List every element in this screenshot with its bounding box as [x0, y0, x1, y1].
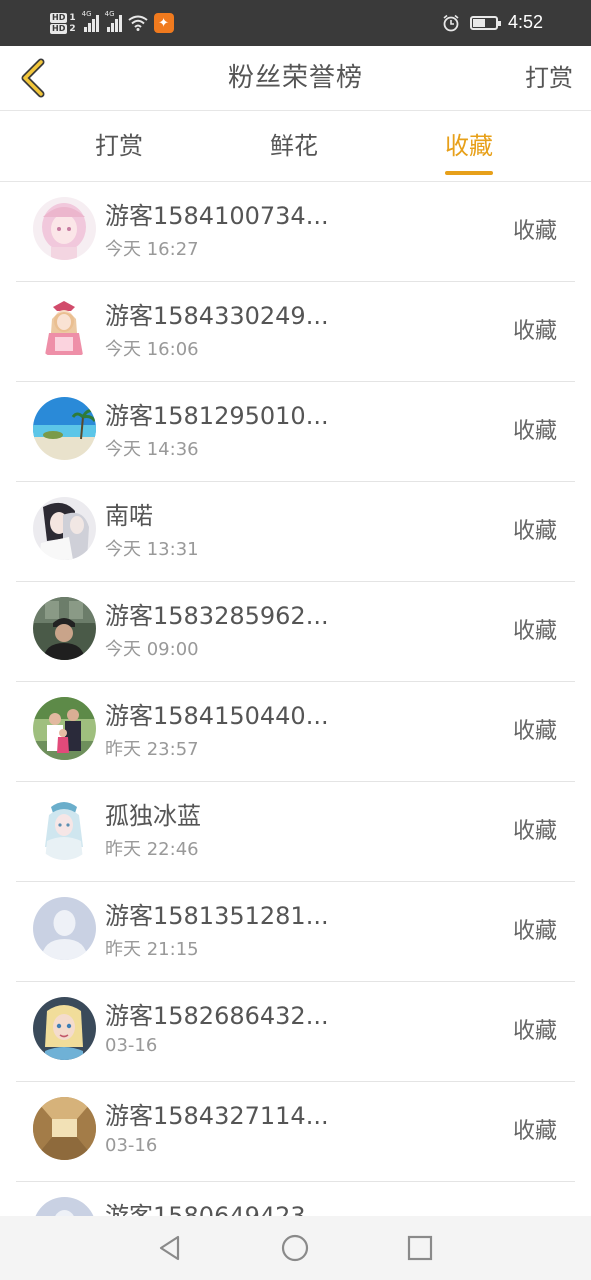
avatar: [33, 997, 96, 1060]
fan-name: 游客1584327114...: [105, 1102, 329, 1130]
fan-list[interactable]: 游客1584100734... 今天 16:27 收藏 游客1584330249…: [0, 182, 591, 1216]
fan-name: 游客1581351281...: [105, 902, 329, 930]
anime-girl-blue-avatar: [33, 797, 96, 860]
list-item[interactable]: 游客1581351281... 昨天 21:15 收藏: [0, 882, 591, 982]
beach-scene-avatar: [33, 397, 96, 460]
status-bar: HD 1 HD 2 4G 4G ✦ 4:52: [0, 0, 591, 46]
fan-name: 游客1584150440...: [105, 702, 329, 730]
fan-name: 游客1584100734...: [105, 202, 329, 230]
avatar: [33, 1197, 96, 1216]
fan-time: 今天 09:00: [105, 639, 199, 660]
nav-home-circle-icon[interactable]: [279, 1232, 311, 1264]
person-with-cap-avatar: [33, 597, 96, 660]
fan-name: 游客1581295010...: [105, 402, 329, 430]
fan-time: 今天 13:31: [105, 539, 199, 560]
hd-label: HD: [50, 12, 68, 23]
anime-girl-pink-avatar: [33, 197, 96, 260]
favorite-label: 收藏: [512, 219, 557, 244]
tab-label: 打赏: [95, 132, 143, 160]
favorite-label: 收藏: [512, 719, 557, 744]
list-item[interactable]: 游客1581295010... 今天 14:36 收藏: [0, 382, 591, 482]
favorite-label: 收藏: [512, 519, 557, 544]
list-item[interactable]: 游客1583285962... 今天 09:00 收藏: [0, 582, 591, 682]
fan-time: 今天 16:27: [105, 239, 199, 260]
favorite-label: 收藏: [512, 1019, 557, 1044]
tab-reward[interactable]: 打赏: [95, 111, 143, 181]
hd-label: HD: [50, 23, 68, 34]
favorite-label: 收藏: [512, 619, 557, 644]
status-left-indicators: HD 1 HD 2 4G 4G ✦: [50, 6, 174, 40]
favorite-label: 收藏: [512, 1119, 557, 1144]
sim-label: 2: [69, 23, 76, 34]
fan-name: 孤独冰蓝: [105, 802, 201, 830]
sim-label: 1: [69, 12, 76, 23]
avatar: [33, 797, 96, 860]
fan-name: 游客1583285962...: [105, 602, 329, 630]
tab-bar: 打赏 鲜花 收藏: [0, 111, 591, 182]
alarm-clock-icon: [443, 14, 459, 31]
network-type-indicator: HD 1 HD 2: [50, 12, 76, 34]
hallway-avatar: [33, 1097, 96, 1160]
avatar: [33, 297, 96, 360]
tab-favorites[interactable]: 收藏: [445, 111, 493, 181]
anime-couple-avatar: [33, 497, 96, 560]
list-item[interactable]: 孤独冰蓝 昨天 22:46 收藏: [0, 782, 591, 882]
page-title: 粉丝荣誉榜: [227, 63, 363, 93]
reward-button[interactable]: 打赏: [525, 46, 573, 110]
avatar: [33, 197, 96, 260]
uc-browser-icon: ✦: [153, 13, 174, 33]
nav-back-triangle-icon[interactable]: [154, 1232, 186, 1264]
anime-doll-avatar: [33, 297, 96, 360]
list-item[interactable]: 南喏 今天 13:31 收藏: [0, 482, 591, 582]
list-item[interactable]: 游客1584150440... 昨天 23:57 收藏: [0, 682, 591, 782]
signal-type-label: 4G: [104, 10, 115, 18]
elsa-avatar: [33, 997, 96, 1060]
favorite-label: 收藏: [512, 319, 557, 344]
tab-label: 收藏: [445, 132, 493, 160]
fan-time: 昨天 23:57: [105, 739, 199, 760]
fan-time: 昨天 22:46: [105, 839, 199, 860]
fan-name: 游客1582686432...: [105, 1002, 329, 1030]
fan-time: 03-16: [105, 1035, 158, 1056]
fan-time: 昨天 21:15: [105, 939, 199, 960]
fan-name: 南喏: [105, 502, 153, 530]
family-photo-avatar: [33, 697, 96, 760]
active-tab-indicator: [445, 171, 493, 175]
signal-bars-icon: 4G: [105, 10, 122, 32]
signal-type-label: 4G: [81, 10, 92, 18]
status-right-indicators: 4:52: [442, 12, 543, 33]
list-item[interactable]: 游客1584327114... 03-16 收藏: [0, 1082, 591, 1182]
tab-label: 鲜花: [270, 132, 318, 160]
default-user-avatar: [33, 897, 96, 960]
list-item[interactable]: 游客1580649423 收藏: [0, 1182, 591, 1216]
tab-flowers[interactable]: 鲜花: [270, 111, 318, 181]
avatar: [33, 597, 96, 660]
clock-time: 4:52: [507, 12, 543, 32]
wifi-icon: [127, 15, 148, 31]
signal-bars-icon: 4G: [82, 10, 99, 32]
list-item[interactable]: 游客1584100734... 今天 16:27 收藏: [0, 182, 591, 282]
avatar: [33, 1097, 96, 1160]
fan-time: 03-16: [105, 1135, 158, 1156]
fan-time: 今天 14:36: [105, 439, 199, 460]
favorite-label: 收藏: [512, 419, 557, 444]
avatar: [33, 697, 96, 760]
fan-time: 今天 16:06: [105, 339, 199, 360]
avatar: [33, 897, 96, 960]
list-item[interactable]: 游客1582686432... 03-16 收藏: [0, 982, 591, 1082]
avatar: [33, 397, 96, 460]
favorite-label: 收藏: [512, 919, 557, 944]
list-item[interactable]: 游客1584330249... 今天 16:06 收藏: [0, 282, 591, 382]
default-user-avatar: [33, 1197, 96, 1216]
avatar: [33, 497, 96, 560]
battery-icon: [469, 15, 501, 30]
system-nav-bar: [0, 1216, 591, 1280]
nav-recents-square-icon[interactable]: [404, 1232, 436, 1264]
fan-name: 游客1584330249...: [105, 302, 329, 330]
fan-name: 游客1580649423: [105, 1202, 306, 1216]
favorite-label: 收藏: [512, 819, 557, 844]
title-bar: 粉丝荣誉榜 打赏: [0, 46, 591, 111]
